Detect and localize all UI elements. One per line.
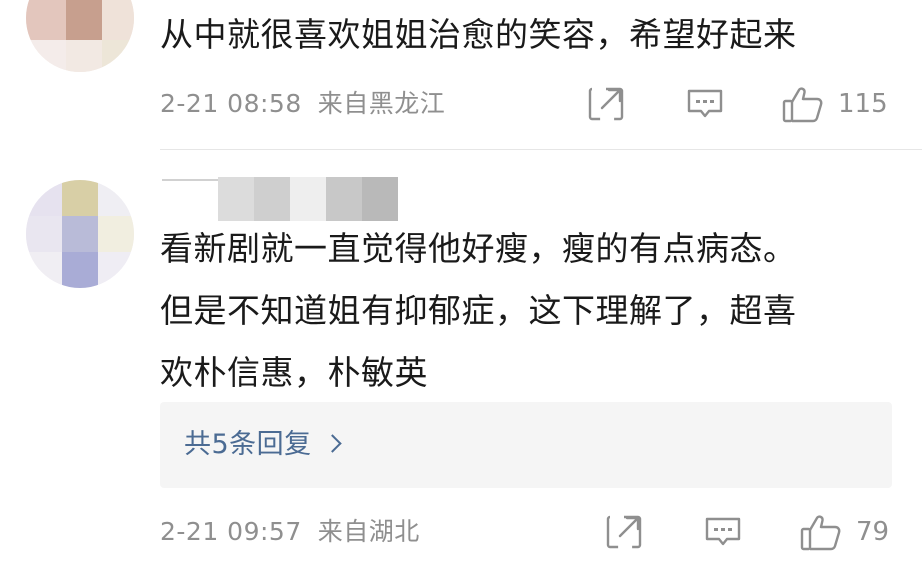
view-replies-link[interactable]: 共5条回复: [184, 402, 342, 488]
like-count: 79: [856, 517, 890, 547]
avatar[interactable]: [26, 180, 134, 288]
comment-text-line: 欢朴信惠，朴敏英: [160, 353, 428, 392]
replies-label: 共5条回复: [184, 429, 312, 460]
comment-icon: [705, 517, 741, 546]
comment-item: 从中就很喜欢姐姐治愈的笑容，希望好起来 2-21 08:58 来自黑龙江 115: [0, 0, 922, 150]
username-blur: [290, 177, 326, 221]
avatar[interactable]: [26, 0, 134, 72]
comment-timestamp: 2-21 08:58: [160, 89, 302, 118]
like-button[interactable]: 115: [782, 82, 902, 126]
username[interactable]: [160, 177, 400, 221]
share-button[interactable]: [588, 82, 628, 126]
username-blur: [218, 177, 254, 221]
username-blur: [326, 177, 362, 221]
reply-button[interactable]: [686, 82, 726, 126]
thumbs-up-icon: [782, 87, 823, 123]
username-blur: [254, 177, 290, 221]
share-icon: [606, 515, 642, 549]
share-button[interactable]: [606, 510, 646, 554]
comment-meta: 2-21 08:58 来自黑龙江: [160, 82, 445, 126]
chevron-right-icon: [322, 434, 342, 453]
comment-text-line: 但是不知道姐有抑郁症，这下理解了，超喜: [160, 291, 797, 330]
comment-location: 来自湖北: [317, 517, 420, 546]
comment-text: 看新剧就一直觉得他好瘦，瘦的有点病态。 但是不知道姐有抑郁症，这下理解了，超喜 …: [160, 218, 900, 404]
comment-location: 来自黑龙江: [317, 89, 446, 118]
replies-box[interactable]: 共5条回复: [160, 402, 892, 488]
username-blur: [362, 177, 398, 221]
like-count: 115: [838, 89, 888, 119]
comment-meta: 2-21 09:57 来自湖北: [160, 510, 420, 554]
comment-item: 看新剧就一直觉得他好瘦，瘦的有点病态。 但是不知道姐有抑郁症，这下理解了，超喜 …: [0, 150, 922, 578]
thumbs-up-icon: [800, 515, 841, 551]
comment-timestamp: 2-21 09:57: [160, 517, 302, 546]
share-icon: [588, 87, 624, 121]
username-blur: [162, 179, 222, 187]
reply-button[interactable]: [704, 510, 744, 554]
comment-text: 从中就很喜欢姐姐治愈的笑容，希望好起来: [160, 15, 797, 54]
like-button[interactable]: 79: [800, 510, 910, 554]
comment-icon: [687, 89, 723, 118]
comment-text-line: 看新剧就一直觉得他好瘦，瘦的有点病态。: [160, 229, 797, 268]
